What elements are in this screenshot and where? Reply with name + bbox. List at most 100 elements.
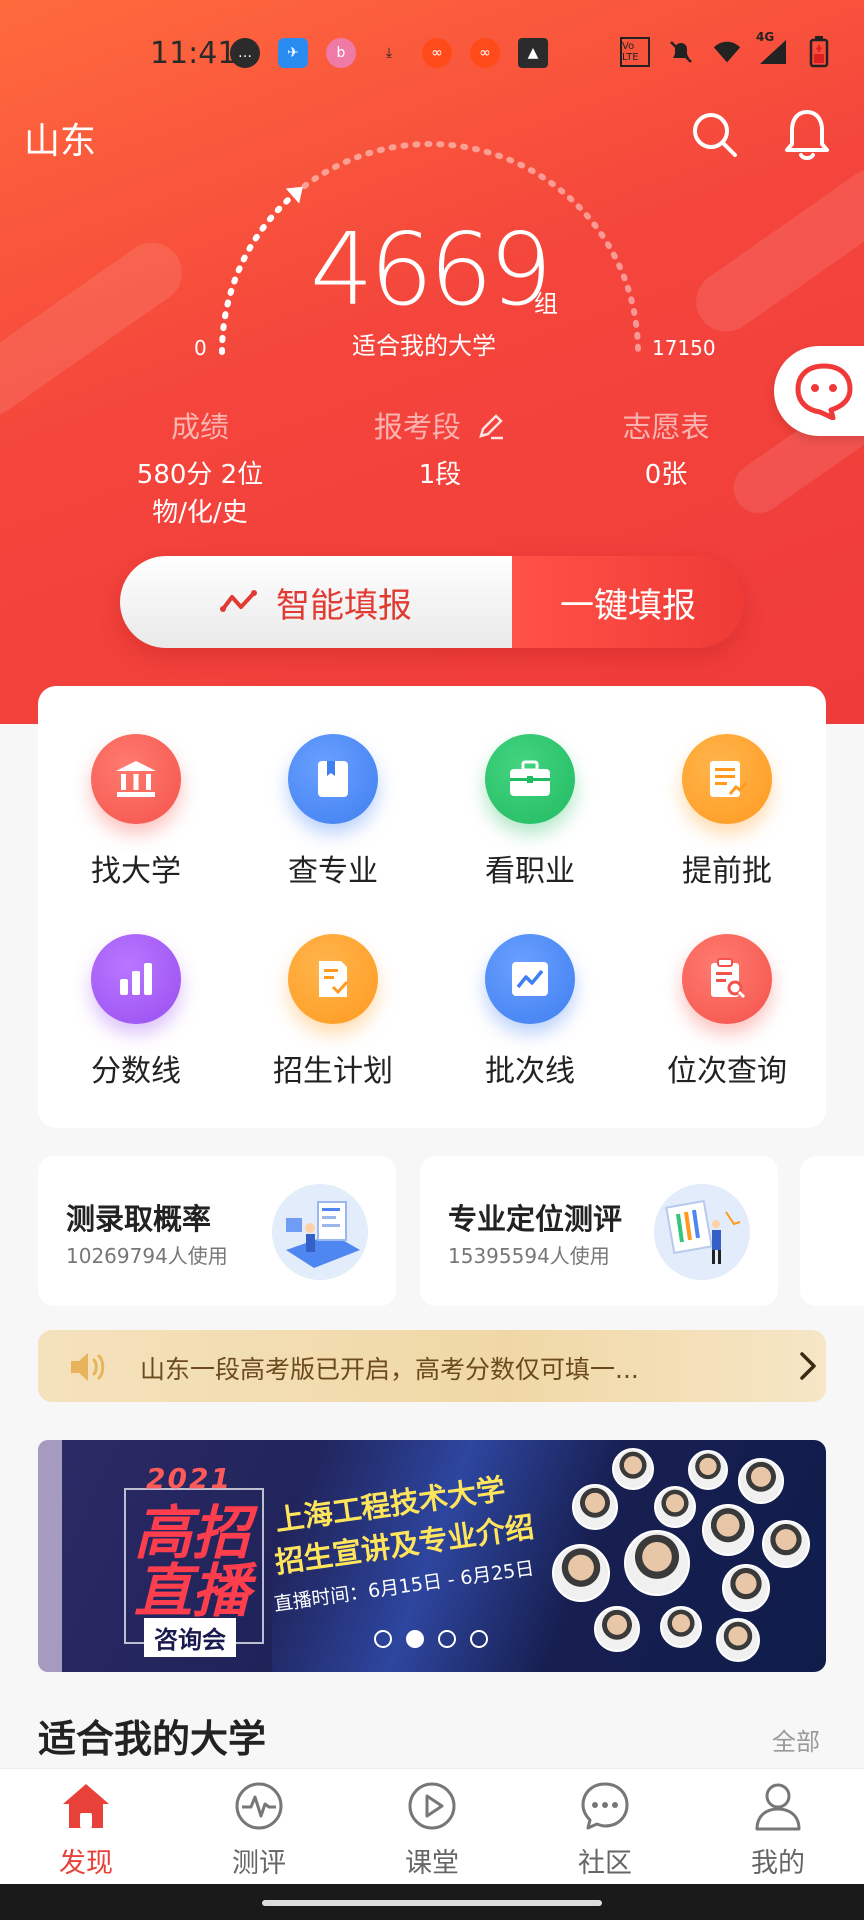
admission-probability-card[interactable]: 测录取概率 10269794人使用 bbox=[38, 1156, 396, 1306]
speaker-avatar bbox=[572, 1484, 618, 1530]
speaker-avatar bbox=[716, 1618, 760, 1662]
customer-service-button[interactable] bbox=[774, 346, 864, 436]
search-icon[interactable] bbox=[690, 110, 740, 160]
app-bird-icon: ✈ bbox=[278, 38, 308, 68]
tool-usage: 15395594人使用 bbox=[448, 1244, 610, 1268]
volte-label: Vo LTE bbox=[622, 41, 639, 63]
feature-rank-query[interactable]: 位次查询 bbox=[629, 934, 825, 1090]
book-icon bbox=[288, 734, 378, 824]
stat-score[interactable]: 成绩 580分 2位 物/化/史 bbox=[100, 404, 300, 532]
stat-segment[interactable]: 报考段 1段 bbox=[340, 404, 540, 494]
tab-assessment[interactable]: 测评 bbox=[199, 1779, 319, 1880]
feature-batch-line[interactable]: 批次线 bbox=[432, 934, 628, 1090]
feature-label: 找大学 bbox=[91, 854, 181, 889]
province-selector[interactable]: 山东 bbox=[24, 112, 96, 164]
section-title: 适合我的大学 bbox=[38, 1717, 267, 1761]
gauge-fill bbox=[219, 193, 296, 355]
matched-universities-count: 4669 bbox=[310, 211, 552, 328]
tab-label: 测评 bbox=[232, 1848, 286, 1879]
live-banner[interactable]: 2021 高招 直播 咨询会 上海工程技术大学 招生宣讲及专业介绍 直播时间：6… bbox=[62, 1440, 826, 1672]
tool-usage: 10269794人使用 bbox=[66, 1244, 228, 1268]
speaker-avatar bbox=[762, 1520, 810, 1568]
bar-chart-icon bbox=[91, 934, 181, 1024]
stat-title: 志愿表 bbox=[622, 410, 710, 444]
tab-label: 发现 bbox=[59, 1848, 113, 1879]
feature-score-line[interactable]: 分数线 bbox=[38, 934, 234, 1090]
user-icon bbox=[751, 1779, 805, 1833]
feature-label: 招生计划 bbox=[273, 1054, 393, 1089]
tool-title: 测录取概率 bbox=[66, 1202, 212, 1236]
one-click-fill-button[interactable]: 一键填报 bbox=[512, 556, 744, 648]
bottom-nav: 发现 测评 课堂 社区 我的 bbox=[0, 1768, 864, 1884]
smart-fill-button[interactable]: 智能填报 bbox=[120, 556, 512, 648]
network-label: 4G bbox=[756, 30, 775, 44]
pulse-icon bbox=[232, 1779, 286, 1833]
download-icon: ⤓ bbox=[385, 45, 393, 61]
gallery-icon: ▲ bbox=[518, 38, 548, 68]
count-unit: 组 bbox=[534, 290, 558, 318]
carousel-dot[interactable] bbox=[470, 1630, 488, 1648]
feature-early-batch[interactable]: 提前批 bbox=[629, 734, 825, 890]
document-chart-icon bbox=[682, 734, 772, 824]
university-icon bbox=[91, 734, 181, 824]
speaker-avatar bbox=[688, 1450, 728, 1490]
announcement-bar[interactable]: 山东一段高考版已开启，高考分数仅可填一... bbox=[38, 1330, 826, 1402]
plan-document-icon bbox=[288, 934, 378, 1024]
feature-grid: 找大学 查专业 看职业 提前批 分数线 招生计划 批次线 位次查询 bbox=[38, 686, 826, 1128]
feature-view-career[interactable]: 看职业 bbox=[432, 734, 628, 890]
feature-label: 批次线 bbox=[485, 1054, 575, 1089]
carousel-dot[interactable] bbox=[438, 1630, 456, 1648]
home-indicator[interactable] bbox=[262, 1900, 602, 1906]
line-chart-icon bbox=[485, 934, 575, 1024]
tab-label: 课堂 bbox=[405, 1848, 459, 1879]
edit-icon[interactable] bbox=[476, 411, 506, 441]
feature-enrollment-plan[interactable]: 招生计划 bbox=[235, 934, 431, 1090]
hero-header: 11:41 … ✈ b ⤓ ∞ ∞ ▲ Vo LTE 4G 山东 4669 组 … bbox=[0, 0, 864, 724]
gesture-area bbox=[0, 1884, 864, 1920]
message-icon: … bbox=[230, 38, 260, 68]
speaker-avatar bbox=[594, 1606, 640, 1652]
smart-fill-label: 智能填报 bbox=[276, 585, 412, 626]
feature-label: 查专业 bbox=[288, 854, 378, 889]
segment-title: 报考段 bbox=[373, 410, 461, 444]
tab-me[interactable]: 我的 bbox=[718, 1779, 838, 1880]
stat-applications[interactable]: 志愿表 0张 bbox=[566, 404, 766, 494]
tab-discover[interactable]: 发现 bbox=[26, 1779, 146, 1880]
volte-icon: Vo LTE bbox=[620, 37, 650, 67]
speaker-icon bbox=[71, 1353, 105, 1381]
tool-title: 专业定位测评 bbox=[448, 1202, 623, 1236]
next-tool-card-peek[interactable] bbox=[800, 1156, 864, 1306]
mute-icon bbox=[666, 36, 696, 68]
stat-title: 报考段 bbox=[340, 404, 540, 446]
tab-community[interactable]: 社区 bbox=[545, 1779, 665, 1880]
applications-value: 0张 bbox=[644, 460, 688, 490]
tab-classroom[interactable]: 课堂 bbox=[372, 1779, 492, 1880]
carousel-dot-active[interactable] bbox=[406, 1630, 424, 1648]
score-rank: 580分 2位 bbox=[136, 460, 264, 490]
chat-face-icon bbox=[795, 363, 853, 420]
major-assessment-card[interactable]: 专业定位测评 15395594人使用 bbox=[420, 1156, 778, 1306]
speaker-avatar bbox=[722, 1564, 770, 1612]
one-click-fill-label: 一键填报 bbox=[560, 585, 696, 626]
announcement-text: 山东一段高考版已开启，高考分数仅可填一... bbox=[140, 1355, 639, 1384]
feature-find-university[interactable]: 找大学 bbox=[38, 734, 234, 890]
bell-icon[interactable] bbox=[782, 108, 832, 162]
feature-check-major[interactable]: 查专业 bbox=[235, 734, 431, 890]
view-all-link[interactable]: 全部 bbox=[772, 1722, 820, 1757]
segment-value: 1段 bbox=[418, 460, 462, 490]
feature-label: 提前批 bbox=[682, 854, 772, 889]
app-red-icon-2: ∞ bbox=[470, 38, 500, 68]
feature-label: 分数线 bbox=[91, 1054, 181, 1089]
chevron-right-icon bbox=[800, 1352, 816, 1380]
speaker-avatar bbox=[702, 1504, 754, 1556]
subjects: 物/化/史 bbox=[152, 498, 248, 528]
notification-icons: … ✈ b ⤓ ∞ ∞ ▲ bbox=[230, 38, 548, 68]
system-status: Vo LTE 4G bbox=[620, 30, 834, 68]
status-bar: 11:41 … ✈ b ⤓ ∞ ∞ ▲ Vo LTE 4G bbox=[0, 0, 864, 110]
gauge-subtitle: 适合我的大学 bbox=[352, 332, 496, 360]
trend-icon bbox=[220, 590, 257, 612]
carousel-dot[interactable] bbox=[374, 1630, 392, 1648]
fill-buttons: 智能填报 一键填报 bbox=[120, 556, 744, 648]
speaker-avatar bbox=[660, 1606, 702, 1648]
speaker-avatar bbox=[654, 1486, 696, 1528]
